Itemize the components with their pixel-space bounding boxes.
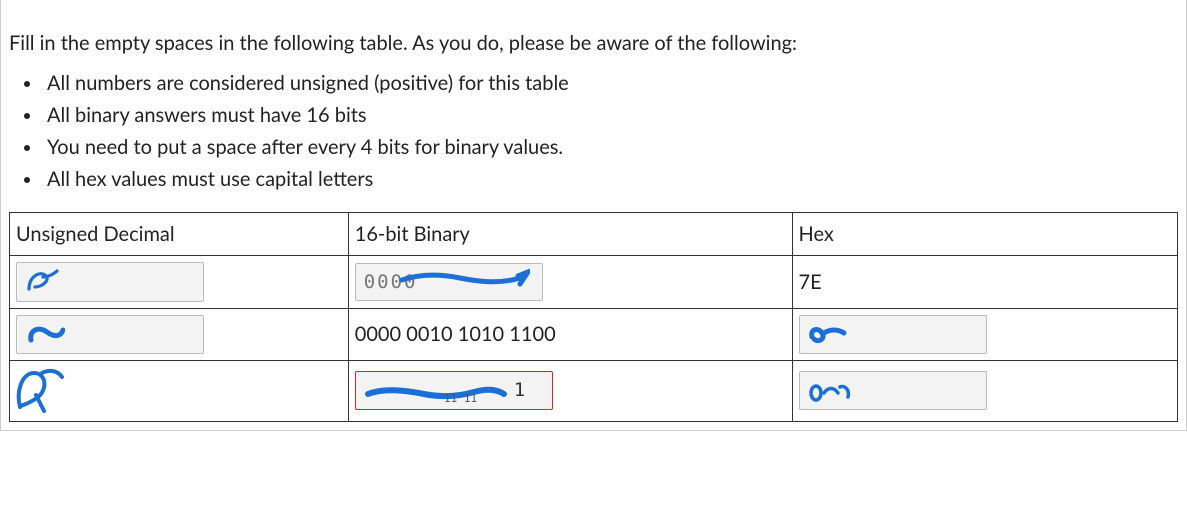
- conversion-table: Unsigned Decimal 16-bit Binary Hex 0000: [9, 212, 1178, 422]
- question-container: Fill in the empty spaces in the followin…: [0, 0, 1187, 431]
- rule-item: All numbers are considered unsigned (pos…: [43, 68, 1178, 98]
- header-decimal: Unsigned Decimal: [10, 213, 349, 256]
- binary-underlay-right: 1: [514, 379, 525, 401]
- rule-item: All binary answers must have 16 bits: [43, 100, 1178, 130]
- svg-text:11 11: 11 11: [444, 392, 477, 404]
- table-row: 0000 7E: [10, 256, 1178, 309]
- hex-input[interactable]: [799, 315, 987, 354]
- rules-list: All numbers are considered unsigned (pos…: [9, 68, 1178, 194]
- handwriting-scribble: 11 11: [364, 380, 514, 404]
- header-hex: Hex: [792, 213, 1177, 256]
- handwriting-scribble: [25, 322, 65, 348]
- rule-item: You need to put a space after every 4 bi…: [43, 132, 1178, 162]
- question-prompt: Fill in the empty spaces in the followin…: [9, 28, 1178, 58]
- hex-input[interactable]: [799, 371, 987, 410]
- table-row: 11 11 1: [10, 360, 1178, 421]
- decimal-input[interactable]: [16, 262, 204, 302]
- binary-static: 0000 0010 1010 1100: [348, 309, 792, 361]
- binary-input[interactable]: 0000: [355, 263, 543, 302]
- hex-static: 7E: [792, 256, 1177, 309]
- table-row: 0000 0010 1010 1100: [10, 309, 1178, 361]
- handwriting-scribble: [25, 267, 59, 297]
- handwriting-scribble: [808, 323, 848, 347]
- handwriting-scribble: [400, 266, 530, 292]
- rule-item: All hex values must use capital letters: [43, 164, 1178, 194]
- handwriting-scribble: [14, 367, 66, 415]
- binary-input[interactable]: 11 11 1: [355, 371, 553, 410]
- header-binary: 16-bit Binary: [348, 213, 792, 256]
- table-header-row: Unsigned Decimal 16-bit Binary Hex: [10, 213, 1178, 256]
- handwriting-scribble: [808, 381, 854, 403]
- decimal-input[interactable]: [16, 315, 204, 354]
